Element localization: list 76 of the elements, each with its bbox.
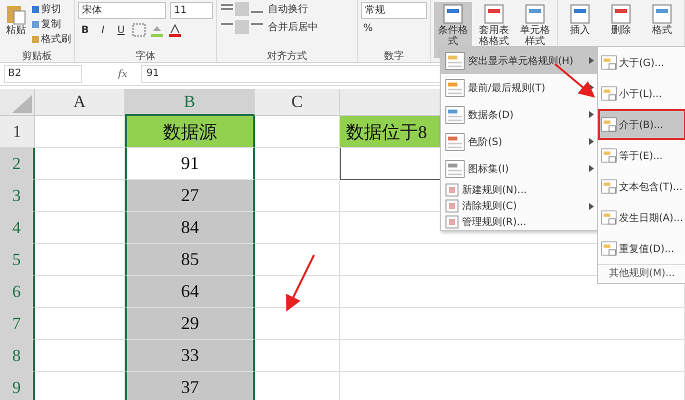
- clipboard-icon: [5, 3, 27, 25]
- table-icon: [524, 3, 546, 25]
- menu-item[interactable]: 文本包含(T)...: [598, 171, 685, 202]
- row-header[interactable]: 4: [0, 212, 35, 244]
- table-cell: 64: [125, 276, 255, 308]
- text-style-button[interactable]: B: [78, 24, 92, 36]
- menu-item[interactable]: 管理规则(R)...: [441, 214, 598, 230]
- wrap-text-button[interactable]: 自动换行: [268, 2, 308, 16]
- menu-item[interactable]: 重复值(D)...: [598, 233, 685, 264]
- text-style-button[interactable]: I: [96, 24, 110, 36]
- table-icon: [610, 3, 632, 25]
- font-color-icon: [168, 23, 182, 37]
- menu-item[interactable]: 其他规则(M)...: [598, 264, 685, 283]
- function-label[interactable]: fx: [88, 68, 136, 80]
- rules-icon: [601, 86, 617, 101]
- clipboard-command[interactable]: 格式刷: [32, 32, 71, 46]
- table-icon: [569, 3, 591, 25]
- table-cell: 84: [125, 212, 255, 244]
- text-style-button[interactable]: U: [114, 24, 128, 36]
- rules-icon: [601, 241, 617, 256]
- rules-icon: [445, 183, 459, 197]
- menu-item[interactable]: 突出显示单元格规则(H): [441, 47, 598, 74]
- rules-icon: [601, 210, 617, 225]
- column-header[interactable]: B: [125, 89, 255, 116]
- row-header[interactable]: 7: [0, 308, 35, 340]
- clipboard-command[interactable]: 剪切: [32, 2, 71, 16]
- rules-icon: [601, 55, 617, 70]
- column-header[interactable]: C: [255, 89, 340, 116]
- percent-button[interactable]: %: [361, 23, 375, 34]
- merge-center-button[interactable]: 合并后居中: [268, 20, 318, 34]
- rules-icon: [601, 148, 617, 163]
- table-cell: 33: [125, 340, 255, 372]
- table-cell: 29: [125, 308, 255, 340]
- table-icon: [651, 3, 673, 25]
- rules-icon: [445, 78, 465, 98]
- row-header[interactable]: 8: [0, 340, 35, 372]
- name-box[interactable]: B2: [4, 65, 82, 83]
- menu-item[interactable]: 新建规则(N)...: [441, 182, 598, 198]
- row-header[interactable]: 3: [0, 180, 35, 212]
- menu-item[interactable]: 清除规则(C): [441, 198, 598, 214]
- rules-icon: [601, 179, 617, 194]
- clipboard-command[interactable]: 复制: [32, 17, 71, 31]
- rules-icon: [445, 104, 465, 124]
- number-format-field[interactable]: 常规: [361, 2, 427, 19]
- menu-item[interactable]: 介于(B)...: [598, 109, 685, 140]
- table-icon: [442, 3, 464, 25]
- table-cell: 27: [125, 180, 255, 212]
- table-cell: 37: [125, 372, 255, 400]
- table-icon: [483, 3, 505, 25]
- menu-item[interactable]: 图标集(I): [441, 155, 598, 182]
- rules-icon: [445, 199, 459, 213]
- group-label: 数字: [383, 50, 405, 62]
- group-label: 剪贴板: [21, 50, 53, 62]
- paste-button[interactable]: 粘贴: [3, 2, 29, 37]
- menu-item[interactable]: 发生日期(A)...: [598, 202, 685, 233]
- row-header[interactable]: 6: [0, 276, 35, 308]
- row-header[interactable]: 5: [0, 244, 35, 276]
- rules-icon: [445, 132, 465, 152]
- table-cell: 91: [125, 148, 255, 180]
- font-name-field[interactable]: 宋体: [78, 2, 166, 19]
- border-icon: [132, 23, 146, 37]
- rules-icon: [601, 117, 617, 132]
- header-cell: 数据源: [125, 116, 255, 148]
- table-cell: 85: [125, 244, 255, 276]
- row-header[interactable]: 1: [0, 116, 35, 148]
- row-header[interactable]: 9: [0, 372, 35, 400]
- rules-icon: [445, 50, 465, 70]
- group-label: 字体: [134, 50, 156, 62]
- arrow: [286, 254, 315, 312]
- align-center-icon: [220, 20, 264, 34]
- font-size-field[interactable]: 11: [170, 2, 213, 19]
- rules-icon: [445, 158, 465, 178]
- row-header[interactable]: 2: [0, 148, 35, 180]
- group-label: 对齐方式: [266, 50, 308, 62]
- column-header[interactable]: A: [35, 89, 125, 116]
- select-all-icon: [12, 95, 32, 113]
